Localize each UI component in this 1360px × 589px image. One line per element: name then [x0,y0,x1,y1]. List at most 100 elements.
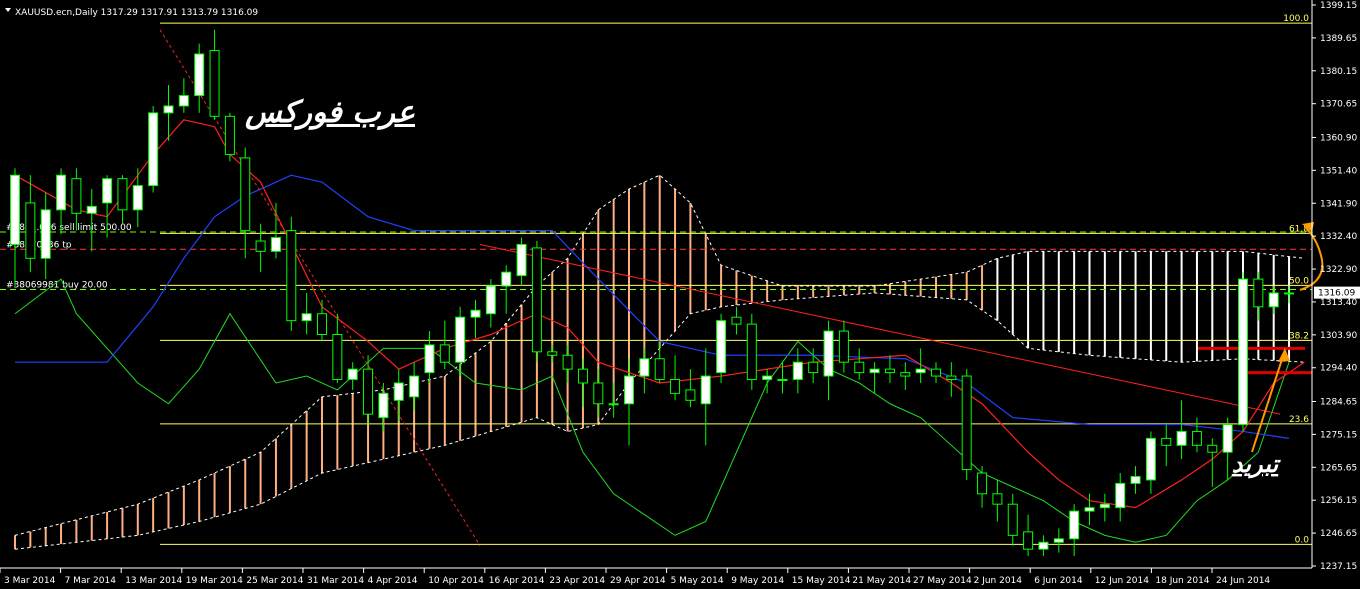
candle-body [1191,430,1202,446]
candle-body [1176,430,1187,446]
candle-body [409,375,420,398]
current-price-label: 1316.09 [1318,289,1355,299]
x-tick-label: 6 Jun 2014 [1034,576,1083,586]
candle-body [685,389,696,401]
x-tick-label: 15 May 2014 [792,576,851,586]
y-tick-label: 1275.15 [1320,430,1357,440]
x-tick-label: 16 Apr 2014 [489,576,545,586]
x-tick-label: 21 May 2014 [852,576,911,586]
y-tick-label: 1332.40 [1320,232,1357,242]
candle-body [1115,482,1126,509]
x-tick-label: 3 Mar 2014 [4,576,56,586]
x-tick-label: 27 May 2014 [913,576,972,586]
candle-body [746,323,757,381]
candle-body [1268,292,1279,308]
price-chart[interactable]: 100.061.850.038.223.60.0 #380...036 sell… [0,0,1360,589]
x-tick-label: 31 Mar 2014 [307,576,364,586]
candle-body [884,368,895,374]
candle-body [393,382,404,401]
candle-body [670,379,681,394]
candle-body [762,375,773,381]
candle-body [1038,541,1049,550]
fib-level-label: 23.6 [1289,415,1309,425]
candle-body [102,178,113,204]
x-tick-label: 12 Jun 2014 [1095,576,1149,586]
candle-body [716,320,727,374]
candle-body [1099,503,1110,509]
candle-body [593,382,604,405]
fib-level-label: 38.2 [1289,331,1309,341]
x-tick-label: 5 May 2014 [671,576,724,586]
x-tick-label: 23 Apr 2014 [549,576,605,586]
candle-body [255,240,266,252]
candle-body [240,157,251,232]
candle-body [624,375,634,405]
x-tick-label: 9 May 2014 [731,576,784,586]
candle-body [577,368,588,384]
candle-body [823,330,834,377]
candle-body [485,285,496,315]
symbol-header: XAUUSD.ecn,Daily 1317.29 1317.91 1313.79… [15,8,258,18]
candle-body [40,209,51,259]
y-tick-label: 1256.15 [1320,496,1357,506]
y-tick-label: 1303.90 [1320,331,1357,341]
candle-body [946,375,957,381]
candle-body [117,178,128,211]
y-tick-label: 1246.65 [1320,529,1357,539]
y-tick-label: 1313.40 [1320,298,1357,308]
y-tick-label: 1237.15 [1320,562,1357,572]
candle-body [332,334,343,381]
y-tick-label: 1370.65 [1320,100,1357,110]
x-tick-label: 25 Mar 2014 [246,576,303,586]
annotation-cooling: تبريد [1232,450,1282,479]
fib-level-label: 0.0 [1295,535,1310,545]
chart-header: XAUUSD.ecn,Daily 1317.29 1317.91 1313.79… [5,8,258,18]
y-tick-label: 1284.65 [1320,398,1357,408]
candle-body [516,243,527,277]
candle-body [1284,292,1295,295]
candle-body [270,237,281,252]
candle-body [777,379,788,382]
x-tick-label: 4 Apr 2014 [368,576,418,586]
candle-body [731,316,742,325]
candle-body [132,185,143,211]
candle-body [900,372,911,377]
candle-body [654,358,665,381]
candle-body [1007,503,1018,536]
fib-level-label: 100.0 [1283,14,1309,24]
candle-body [700,375,711,405]
candle-body [209,50,220,117]
y-tick-label: 1360.90 [1320,133,1357,143]
y-tick-label: 1389.65 [1320,34,1357,44]
fib-level-label: 50.0 [1289,276,1309,286]
x-tick-label: 7 Mar 2014 [65,576,117,586]
candle-body [301,313,312,322]
candle-body [1253,278,1264,308]
candle-body [608,403,619,406]
y-tick-label: 1380.15 [1320,67,1357,77]
candle-body [1084,507,1095,512]
y-tick-label: 1399.15 [1320,1,1357,11]
x-tick-label: 18 Jun 2014 [1155,576,1209,586]
candle-body [439,344,450,363]
candle-body [792,361,803,381]
candle-body [547,351,558,356]
y-tick-label: 1265.65 [1320,463,1357,473]
candle-body [25,202,36,259]
candle-body [347,368,358,381]
candle-body [961,375,972,471]
candle-body [808,361,819,374]
candle-body [562,354,573,370]
candle-body [639,358,650,377]
candle-body [931,368,941,377]
candle-body [1023,531,1034,550]
y-tick-label: 1351.40 [1320,166,1357,176]
order-label: #380...036 sell limit 500.00 [6,223,132,233]
y-tick-label: 1294.40 [1320,364,1357,374]
candle-body [86,205,97,214]
candle-body [1222,424,1233,453]
x-tick-label: 24 Jun 2014 [1216,576,1270,586]
candle-body [1207,444,1218,453]
candle-body [56,174,67,211]
x-tick-label: 13 Mar 2014 [125,576,182,586]
